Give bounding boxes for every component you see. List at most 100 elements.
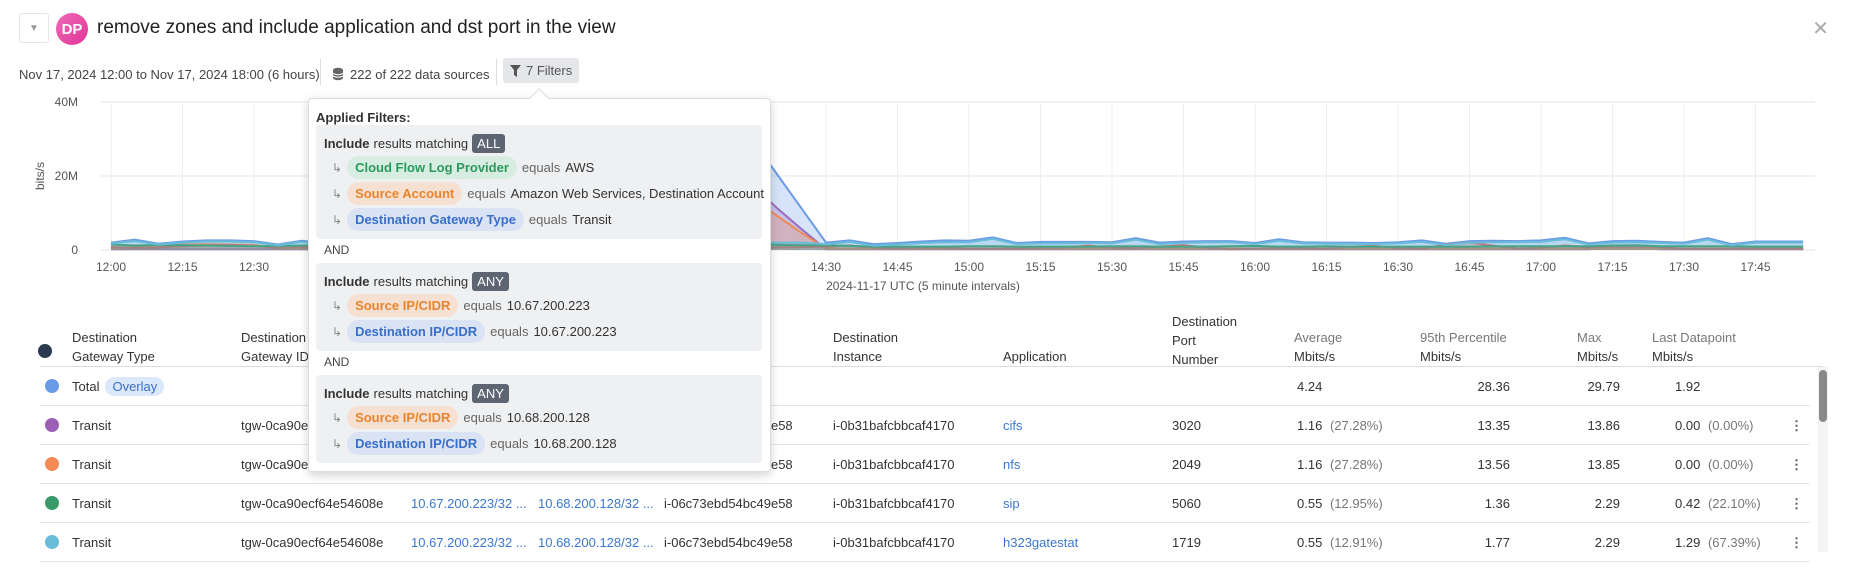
filter-field-pill: Source Account bbox=[347, 182, 463, 205]
y-tick-label: 20M bbox=[55, 169, 78, 183]
applied-filters-popover: Applied Filters: Include results matching… bbox=[308, 98, 771, 472]
sub-arrow-icon: ↳ bbox=[332, 436, 343, 451]
filter-value: Amazon Web Services, Destination Account bbox=[510, 186, 764, 201]
filter-operator: equals bbox=[463, 410, 502, 425]
overlay-badge: Overlay bbox=[105, 377, 165, 396]
kebab-menu-icon[interactable]: ⋮ bbox=[1790, 445, 1803, 484]
x-tick-label: 15:15 bbox=[1025, 260, 1055, 274]
page-title: remove zones and include application and… bbox=[97, 17, 616, 38]
filter-operator: equals bbox=[490, 436, 529, 451]
kebab-menu-icon[interactable]: ⋮ bbox=[1790, 523, 1803, 562]
and-separator: AND bbox=[324, 355, 350, 369]
popover-title: Applied Filters: bbox=[316, 110, 411, 125]
matching-label: results matching bbox=[373, 136, 469, 151]
filter-value: AWS bbox=[565, 160, 595, 175]
port-number: 3020 bbox=[1172, 418, 1201, 433]
col-destination-gateway-id[interactable]: Destination Gateway ID bbox=[241, 328, 309, 366]
application-link[interactable]: cifs bbox=[1003, 406, 1023, 445]
application-link[interactable]: nfs bbox=[1003, 445, 1020, 484]
col-average[interactable]: Average Mbits/s bbox=[1294, 328, 1342, 366]
kebab-menu-icon[interactable]: ⋮ bbox=[1790, 484, 1803, 523]
traffic-chart: 020M40M12:0012:1512:3012:4513:0013:1513:… bbox=[33, 95, 1815, 293]
col-destination-port-number[interactable]: Destination Port Number bbox=[1172, 312, 1237, 369]
source-ip-link[interactable]: 10.67.200.223/32 ... bbox=[411, 523, 527, 562]
sub-arrow-icon: ↳ bbox=[332, 324, 343, 339]
divider bbox=[496, 59, 497, 85]
series-color-dot bbox=[45, 535, 59, 549]
col-95th-percentile[interactable]: 95th Percentile Mbits/s bbox=[1420, 328, 1507, 366]
destination-ip-link[interactable]: 10.68.200.128/32 ... bbox=[538, 484, 654, 523]
filter-value: Transit bbox=[572, 212, 612, 227]
gateway-id: tgw-0ca90ecf64e54608e bbox=[241, 535, 384, 550]
avg-percent: (27.28%) bbox=[1329, 418, 1383, 433]
database-icon bbox=[332, 67, 344, 81]
application-link[interactable]: sip bbox=[1003, 484, 1020, 523]
scrollbar-thumb[interactable] bbox=[1819, 370, 1827, 422]
gateway-type: Transit bbox=[72, 496, 112, 511]
filter-field-pill: Source IP/CIDR bbox=[347, 294, 459, 317]
table-row[interactable]: Transit tgw-0ca90ecf64e54608e 10.67.200.… bbox=[40, 406, 1810, 445]
filter-value: 10.67.200.223 bbox=[506, 298, 590, 313]
max-value: 13.86 bbox=[1587, 418, 1620, 433]
gateway-type: Transit bbox=[72, 535, 112, 550]
filter-group: Include results matching ALL ↳ Cloud Flow Lo… bbox=[316, 125, 764, 239]
p95-value: 13.35 bbox=[1477, 418, 1510, 433]
col-application[interactable]: Application bbox=[1003, 347, 1067, 366]
gateway-type: Transit bbox=[72, 457, 112, 472]
last-percent: (67.39%) bbox=[1707, 535, 1761, 550]
port-number: 2049 bbox=[1172, 457, 1201, 472]
series-color-dot bbox=[45, 418, 59, 432]
filters-button[interactable]: 7 Filters bbox=[503, 58, 580, 83]
data-sources-button[interactable]: 222 of 222 data sources bbox=[332, 62, 490, 86]
series-color-dot bbox=[45, 496, 59, 510]
series-color-dot bbox=[45, 379, 59, 393]
caret-down-icon: ▼ bbox=[29, 22, 39, 34]
filter-item: ↳ Source IP/CIDR equals 10.68.200.128 bbox=[332, 406, 590, 429]
table-row-total[interactable]: Total Overlay 4.24 28.36 29.79 1.92 bbox=[40, 367, 1810, 406]
x-tick-label: 17:30 bbox=[1669, 260, 1699, 274]
filter-value: 10.67.200.223 bbox=[533, 324, 617, 339]
x-tick-label: 16:00 bbox=[1240, 260, 1270, 274]
x-tick-label: 14:45 bbox=[882, 260, 912, 274]
filter-value: 10.68.200.128 bbox=[533, 436, 617, 451]
filter-field-pill: Cloud Flow Log Provider bbox=[347, 156, 517, 179]
source-ip-link[interactable]: 10.67.200.223/32 ... bbox=[411, 484, 527, 523]
filter-group: Include results matching ANY ↳ Source IP/CID… bbox=[316, 263, 762, 351]
kebab-menu-icon[interactable]: ⋮ bbox=[1790, 406, 1803, 445]
avg-percent: (27.28%) bbox=[1329, 457, 1383, 472]
last-value: 1.92 bbox=[1675, 379, 1701, 394]
destination-ip-link[interactable]: 10.68.200.128/32 ... bbox=[538, 523, 654, 562]
x-tick-label: 17:00 bbox=[1526, 260, 1556, 274]
time-range[interactable]: Nov 17, 2024 12:00 to Nov 17, 2024 18:00… bbox=[19, 62, 320, 86]
x-tick-label: 16:15 bbox=[1311, 260, 1341, 274]
col-last-datapoint[interactable]: Last Datapoint Mbits/s bbox=[1652, 328, 1736, 366]
close-icon[interactable]: ✕ bbox=[1812, 16, 1829, 41]
col-max[interactable]: Max Mbits/s bbox=[1577, 328, 1618, 366]
avg-value: 0.55 bbox=[1297, 496, 1323, 511]
avg-percent: (12.95%) bbox=[1329, 496, 1383, 511]
collapse-button[interactable]: ▼ bbox=[19, 13, 49, 43]
col-destination-gateway-type[interactable]: Destination Gateway Type bbox=[72, 328, 155, 366]
matching-label: results matching bbox=[373, 386, 469, 401]
sub-arrow-icon: ↳ bbox=[332, 186, 343, 201]
col-destination-instance[interactable]: Destination Instance bbox=[833, 328, 898, 366]
avg-value: 4.24 bbox=[1297, 379, 1323, 394]
p95-value: 28.36 bbox=[1477, 379, 1510, 394]
table-row[interactable]: Transit tgw-0ca90ecf64e54608e 10.67.200.… bbox=[40, 523, 1810, 562]
filter-item: ↳ Cloud Flow Log Provider equals AWS bbox=[332, 156, 594, 179]
filter-value: 10.68.200.128 bbox=[506, 410, 590, 425]
table-row[interactable]: Transit tgw-0ca90ecf64e54608e 10.67.200.… bbox=[40, 484, 1810, 523]
filter-item: ↳ Destination IP/CIDR equals 10.68.200.128 bbox=[332, 432, 617, 455]
destination-instance: i-0b31bafcbbcaf4170 bbox=[833, 418, 955, 433]
sub-arrow-icon: ↳ bbox=[332, 410, 343, 425]
filter-group: Include results matching ANY ↳ Source IP/CID… bbox=[316, 375, 762, 463]
last-percent: (22.10%) bbox=[1707, 496, 1761, 511]
x-tick-label: 17:15 bbox=[1597, 260, 1627, 274]
x-tick-label: 12:00 bbox=[96, 260, 126, 274]
application-link[interactable]: h323gatestat bbox=[1003, 523, 1078, 562]
destination-instance: i-0b31bafcbbcaf4170 bbox=[833, 457, 955, 472]
table-row[interactable]: Transit tgw-0ca90ecf64e54608e 10.67.200.… bbox=[40, 445, 1810, 484]
filter-item: ↳ Source IP/CIDR equals 10.67.200.223 bbox=[332, 294, 590, 317]
x-tick-label: 17:45 bbox=[1740, 260, 1770, 274]
header-color-dot bbox=[38, 344, 52, 358]
